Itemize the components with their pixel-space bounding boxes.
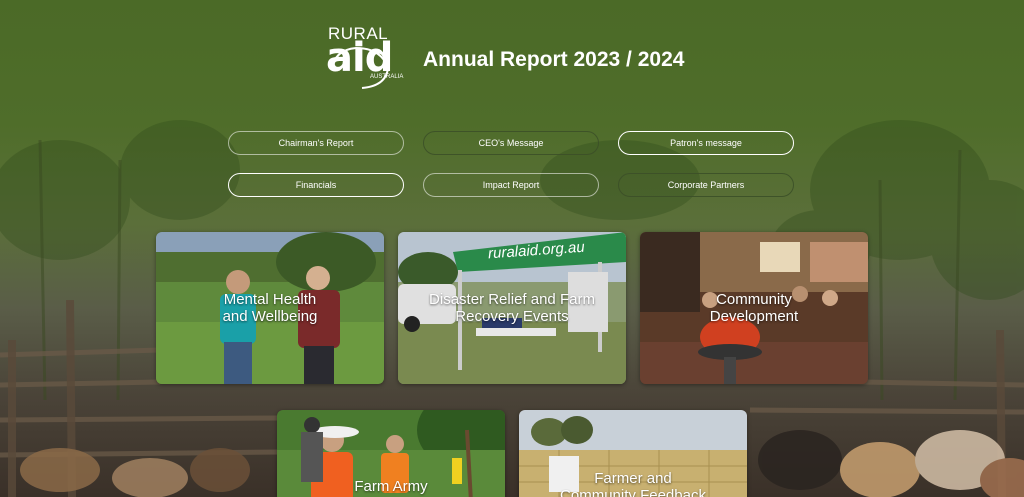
farm-army-label: Farm Army xyxy=(277,478,505,495)
farmer-community-feedback-card[interactable]: Farmer and Community Feedback xyxy=(519,410,747,497)
rural-aid-logo[interactable]: RURAL aid AUSTRALIA xyxy=(326,24,404,100)
logo-sub-text: AUSTRALIA xyxy=(370,74,404,80)
mental-health-card[interactable]: Mental Health and Wellbeing xyxy=(156,232,384,384)
financials-button[interactable]: Financials xyxy=(228,173,404,197)
patrons-message-button[interactable]: Patron's message xyxy=(618,131,794,155)
mental-health-label-line1: Mental Health xyxy=(223,291,317,308)
mental-health-label-line2: and Wellbeing xyxy=(222,308,318,325)
farmer-feedback-label: Farmer and Community Feedback xyxy=(519,470,747,497)
farmer-feedback-label-line1: Farmer and xyxy=(594,470,672,487)
disaster-relief-label-line2: Recovery Events xyxy=(455,308,569,325)
disaster-relief-label: Disaster Relief and Farm Recovery Events xyxy=(398,291,626,325)
impact-report-button[interactable]: Impact Report xyxy=(423,173,599,197)
disaster-relief-label-line1: Disaster Relief and Farm xyxy=(429,291,595,308)
page: RURAL aid AUSTRALIA Annual Report 2023 /… xyxy=(0,0,1024,497)
ceos-message-button[interactable]: CEO's Message xyxy=(423,131,599,155)
chairmans-report-button[interactable]: Chairman's Report xyxy=(228,131,404,155)
community-development-label-line2: Development xyxy=(709,308,799,325)
disaster-relief-card[interactable]: ruralaid.org.au Disaster Relief and Farm… xyxy=(398,232,626,384)
header: RURAL aid AUSTRALIA Annual Report 2023 /… xyxy=(0,18,1024,98)
farm-army-card[interactable]: Farm Army xyxy=(277,410,505,497)
corporate-partners-button[interactable]: Corporate Partners xyxy=(618,173,794,197)
community-development-label-line1: Community xyxy=(716,291,792,308)
community-development-label: Community Development xyxy=(640,291,868,325)
mental-health-label: Mental Health and Wellbeing xyxy=(156,291,384,325)
community-development-card[interactable]: Community Development xyxy=(640,232,868,384)
page-title: Annual Report 2023 / 2024 xyxy=(423,48,685,71)
logo-ring-icon xyxy=(331,46,390,89)
farm-army-label-line1: Farm Army xyxy=(354,478,428,495)
farmer-feedback-label-line2: Community Feedback xyxy=(560,487,706,497)
